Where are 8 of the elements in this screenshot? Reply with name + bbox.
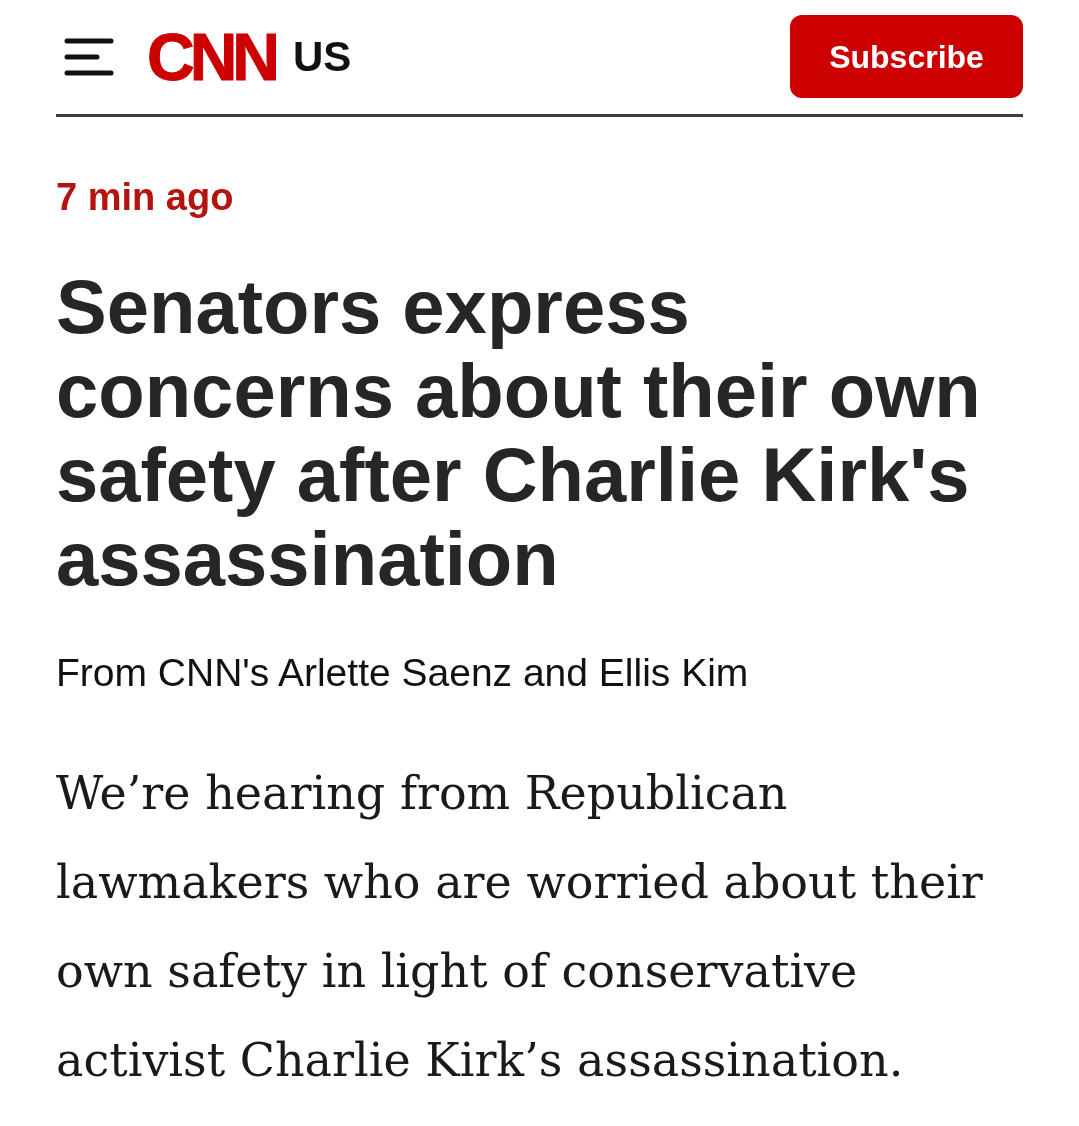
headline: Senators express concerns about their own safety after Charlie Kirk's assassination xyxy=(56,265,982,601)
edition-label: US xyxy=(293,35,352,78)
timestamp: 7 min ago xyxy=(56,175,234,219)
byline: From CNN's Arlette Saenz and Ellis Kim xyxy=(56,651,749,695)
menu-icon[interactable] xyxy=(64,37,114,76)
subscribe-button[interactable]: Subscribe xyxy=(790,15,1023,98)
body-paragraph: We’re hearing from Republican lawmakers who are worried about their own safety in light of conservative activist Charlie Kirk’s assassination. xyxy=(56,765,984,1089)
logo[interactable]: CNN xyxy=(147,27,275,86)
